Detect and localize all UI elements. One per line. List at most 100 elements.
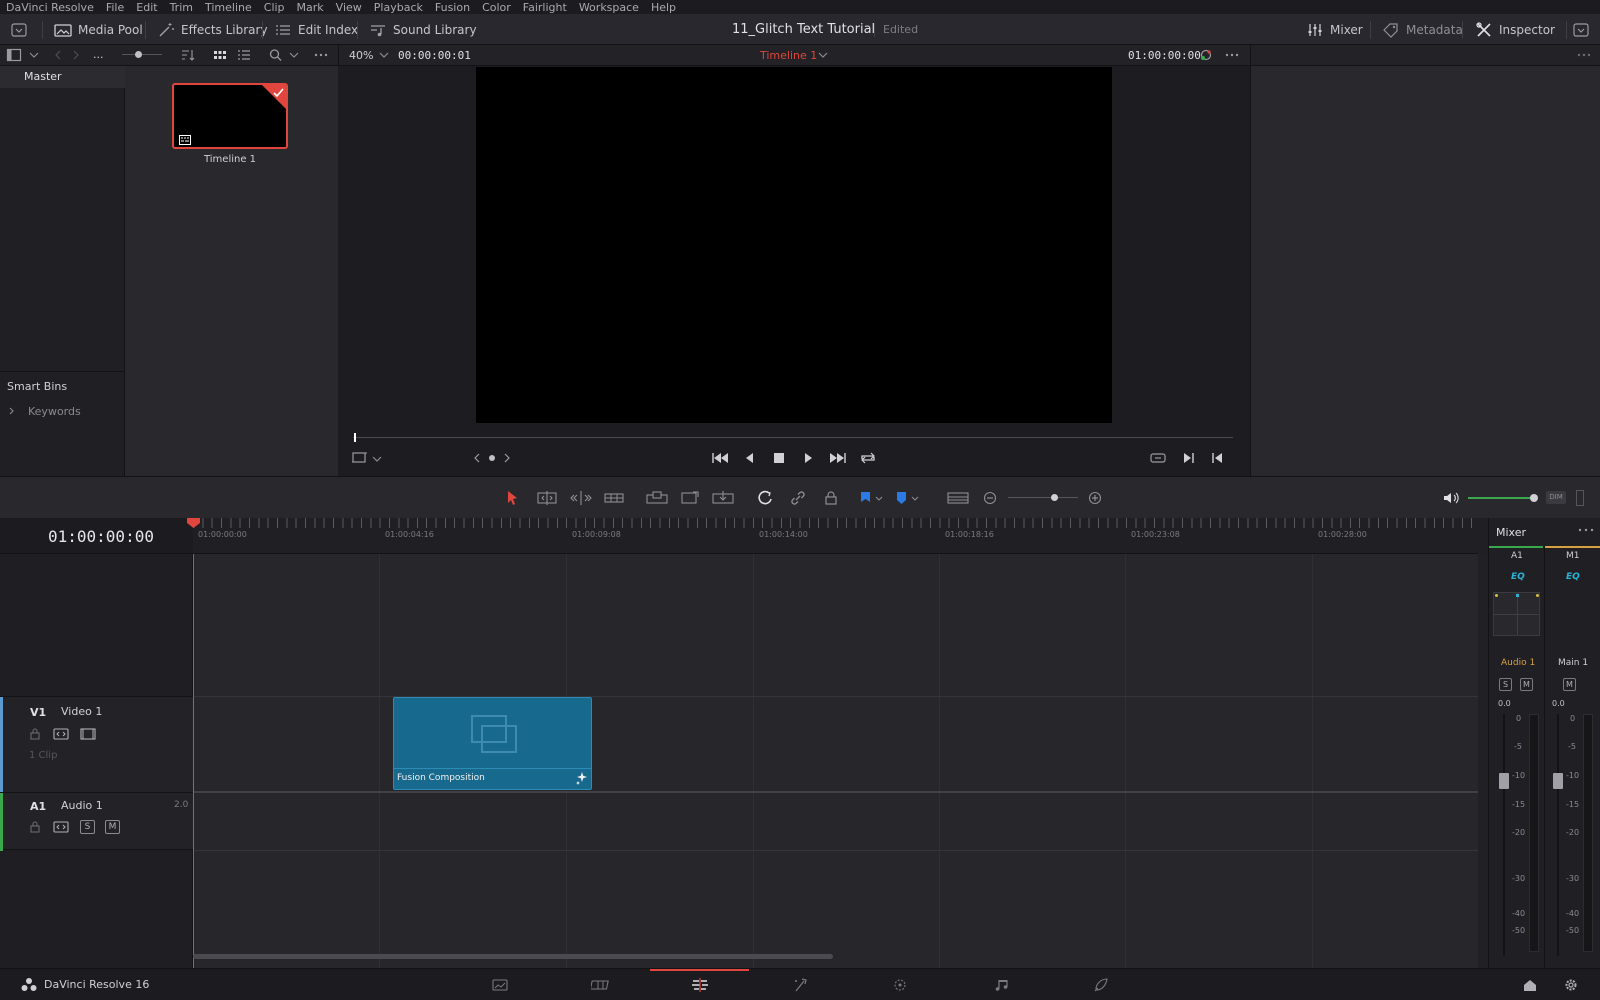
timeline-view-options-icon[interactable]	[946, 490, 970, 506]
chevron-down-icon[interactable]	[376, 48, 392, 62]
search-icon[interactable]	[268, 48, 284, 62]
menu-workspace[interactable]: Workspace	[573, 1, 645, 14]
selection-tool-icon[interactable]	[503, 490, 521, 506]
audio-track-name[interactable]: Audio 1	[61, 799, 103, 812]
edit-page-icon[interactable]	[690, 977, 710, 993]
menu-fairlight[interactable]: Fairlight	[517, 1, 573, 14]
viewer-canvas[interactable]	[476, 67, 1112, 423]
go-to-end-icon[interactable]	[828, 450, 848, 466]
fusion-page-icon[interactable]	[792, 977, 810, 993]
lock-icon[interactable]	[28, 820, 42, 834]
fusion-composition-clip[interactable]: Fusion Composition	[393, 697, 592, 790]
mixer-solo-button[interactable]: S	[1499, 678, 1512, 691]
grid-view-icon[interactable]	[212, 48, 228, 62]
pan-control[interactable]	[1493, 592, 1540, 636]
home-icon[interactable]	[1521, 977, 1539, 993]
track-visibility-icon[interactable]	[80, 727, 96, 741]
timeline-tracks[interactable]: Fusion Composition	[193, 554, 1488, 968]
effects-library-button[interactable]: Effects Library	[157, 14, 268, 45]
inspector-button[interactable]: Inspector	[1475, 14, 1555, 45]
menu-fusion[interactable]: Fusion	[429, 1, 476, 14]
media-page-icon[interactable]	[491, 977, 509, 993]
menu-file[interactable]: File	[100, 1, 130, 14]
horizontal-scrollbar[interactable]	[193, 954, 833, 959]
play-reverse-icon[interactable]	[740, 450, 760, 466]
chevron-down-icon[interactable]	[815, 48, 831, 62]
edit-index-button[interactable]: Edit Index	[274, 14, 358, 45]
color-page-icon[interactable]	[891, 977, 909, 993]
sort-icon[interactable]	[180, 48, 196, 62]
sync-icon[interactable]	[1198, 48, 1214, 62]
mixer-mute-button[interactable]: M	[1563, 678, 1576, 691]
linked-selection-icon[interactable]	[789, 490, 807, 506]
bin-master[interactable]: Master	[0, 66, 125, 88]
chevron-right-icon[interactable]	[6, 405, 18, 417]
zoom-in-icon[interactable]	[1086, 490, 1104, 506]
panel-toggle-button[interactable]	[10, 14, 28, 45]
mixer-mute-button[interactable]: M	[1520, 678, 1533, 691]
menu-trim[interactable]: Trim	[164, 1, 199, 14]
gear-icon[interactable]	[1562, 977, 1580, 993]
timeline-name[interactable]: Timeline 1	[760, 49, 817, 62]
loop-icon[interactable]	[858, 450, 878, 466]
dynamic-trim-icon[interactable]	[569, 490, 593, 506]
cut-page-icon[interactable]	[591, 977, 611, 993]
mute-button[interactable]: M	[105, 820, 120, 834]
viewer-mode-icon[interactable]	[350, 450, 370, 466]
play-icon[interactable]	[798, 450, 818, 466]
more-options-icon[interactable]	[1224, 48, 1240, 62]
master-volume-handle[interactable]	[1530, 494, 1538, 502]
next-edit-icon[interactable]	[1178, 450, 1198, 466]
more-options-icon[interactable]	[313, 48, 329, 62]
deliver-page-icon[interactable]	[1092, 977, 1110, 993]
fader-handle[interactable]	[1553, 773, 1563, 789]
blade-tool-icon[interactable]	[603, 490, 625, 506]
timeline-timecode[interactable]: 01:00:00:00	[48, 527, 154, 546]
volume-icon[interactable]	[1442, 490, 1460, 506]
solo-button[interactable]: S	[80, 820, 95, 834]
fairlight-page-icon[interactable]	[992, 977, 1010, 993]
eq-button[interactable]: EQ	[1566, 572, 1580, 582]
zoom-level[interactable]: 40%	[349, 49, 373, 62]
replace-clip-icon[interactable]	[711, 490, 735, 506]
marker-icon[interactable]	[894, 490, 920, 506]
zoom-out-icon[interactable]	[981, 490, 999, 506]
smart-bin-keywords[interactable]: Keywords	[28, 405, 81, 418]
timeline-zoom-slider[interactable]	[1008, 497, 1078, 498]
menu-playback[interactable]: Playback	[368, 1, 429, 14]
fader-track[interactable]	[1503, 714, 1505, 956]
sound-library-button[interactable]: Sound Library	[369, 14, 477, 45]
stop-icon[interactable]	[769, 450, 789, 466]
playhead-icon[interactable]	[187, 518, 200, 528]
back-arrow-icon[interactable]	[50, 48, 66, 62]
jog-control-icon[interactable]	[472, 450, 512, 466]
chevron-down-icon[interactable]	[26, 48, 42, 62]
meter-toggle[interactable]	[1576, 490, 1584, 506]
video-track-name[interactable]: Video 1	[61, 705, 102, 718]
overwrite-clip-icon[interactable]	[679, 490, 701, 506]
sidebar-toggle-icon[interactable]	[6, 48, 22, 62]
menu-color[interactable]: Color	[476, 1, 517, 14]
thumbnail-size-slider[interactable]	[122, 54, 162, 55]
menu-davinci[interactable]: DaVinci Resolve	[0, 1, 100, 14]
menu-clip[interactable]: Clip	[258, 1, 291, 14]
insert-clip-icon[interactable]	[645, 490, 669, 506]
dim-button[interactable]: DIM	[1546, 491, 1566, 504]
eq-button[interactable]: EQ	[1511, 572, 1525, 582]
list-view-icon[interactable]	[236, 48, 252, 62]
auto-track-icon[interactable]	[53, 820, 69, 834]
menu-edit[interactable]: Edit	[130, 1, 163, 14]
media-pool-button[interactable]: Media Pool	[54, 14, 143, 45]
menu-help[interactable]: Help	[645, 1, 682, 14]
playhead-marker[interactable]	[354, 433, 356, 442]
chevron-down-icon[interactable]	[370, 450, 384, 466]
thumbnail-size-handle[interactable]	[135, 51, 142, 58]
auto-track-icon[interactable]	[53, 727, 69, 741]
previous-edit-icon[interactable]	[1208, 450, 1228, 466]
position-lock-icon[interactable]	[822, 490, 840, 506]
more-options-icon[interactable]	[1576, 48, 1592, 62]
chevron-down-icon[interactable]	[286, 48, 302, 62]
go-to-start-icon[interactable]	[710, 450, 730, 466]
snapping-icon[interactable]	[756, 490, 774, 506]
fader-handle[interactable]	[1499, 773, 1509, 789]
